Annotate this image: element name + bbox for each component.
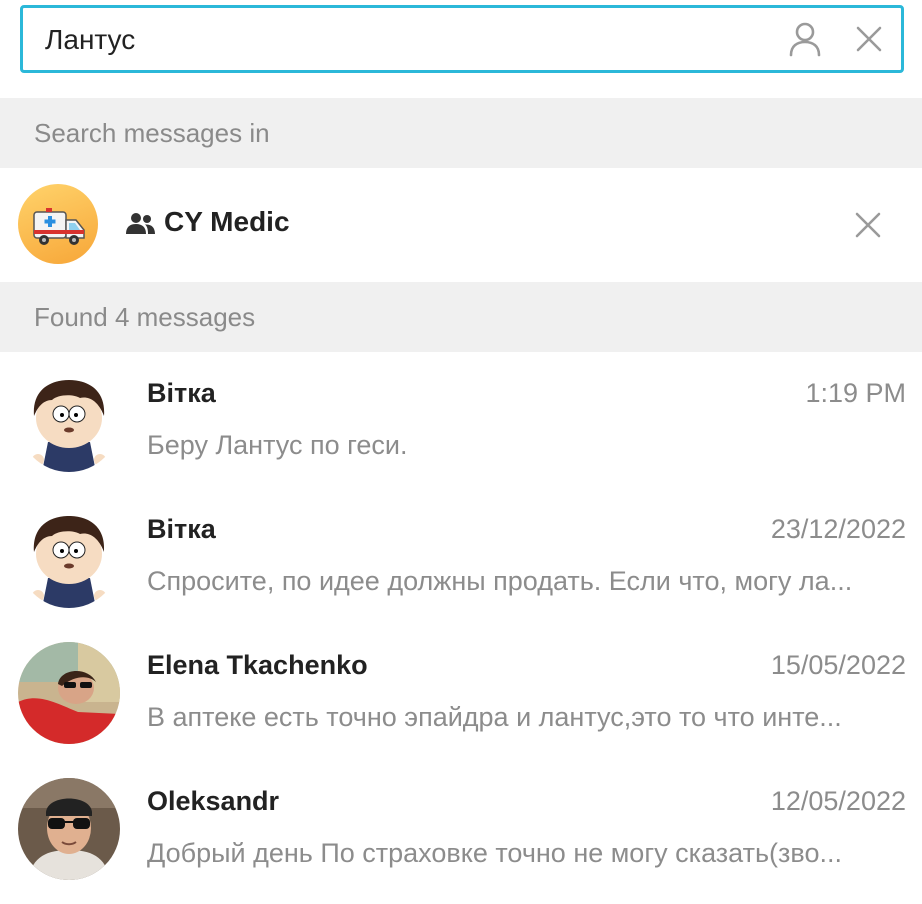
search-box[interactable] — [20, 5, 904, 73]
cartoon-avatar — [18, 370, 120, 472]
sender-name: Elena Tkachenko — [147, 650, 368, 680]
message-preview: Спросите, по идее должны продать. Если ч… — [147, 566, 853, 596]
list-item[interactable]: Elena Tkachenko 15/05/2022 В аптеке есть… — [0, 624, 922, 760]
search-bar — [0, 0, 922, 98]
selected-chat[interactable]: CY Medic — [0, 168, 922, 282]
ambulance-icon — [18, 184, 98, 264]
person-icon[interactable] — [785, 19, 825, 59]
message-date: 23/12/2022 — [770, 514, 906, 544]
message-date: 15/05/2022 — [770, 650, 906, 680]
cartoon-avatar — [18, 506, 120, 608]
list-item[interactable]: Вітка 1:19 PM Беру Лантус по геси. — [0, 352, 922, 488]
group-icon — [124, 212, 156, 236]
list-item[interactable]: Вітка 23/12/2022 Спросите, по идее должн… — [0, 488, 922, 624]
remove-chat-close-icon[interactable] — [848, 205, 888, 245]
message-preview: В аптеке есть точно эпайдра и лантус,это… — [147, 702, 842, 732]
photo-avatar — [18, 778, 120, 880]
photo-avatar — [18, 642, 120, 744]
found-count-header: Found 4 messages — [0, 282, 922, 352]
sender-name: Вітка — [147, 378, 216, 408]
sender-name: Вітка — [147, 514, 216, 544]
search-in-header: Search messages in — [0, 98, 922, 168]
close-icon[interactable] — [849, 19, 889, 59]
message-date: 1:19 PM — [805, 378, 906, 408]
sender-name: Oleksandr — [147, 786, 280, 816]
message-preview: Добрый день По страховке точно не могу с… — [147, 838, 842, 868]
list-item[interactable]: Oleksandr 12/05/2022 Добрый день По стра… — [0, 760, 922, 896]
chat-name: CY Medic — [164, 206, 290, 237]
message-date: 12/05/2022 — [770, 786, 906, 816]
search-input[interactable] — [45, 18, 785, 62]
message-preview: Беру Лантус по геси. — [147, 430, 408, 460]
